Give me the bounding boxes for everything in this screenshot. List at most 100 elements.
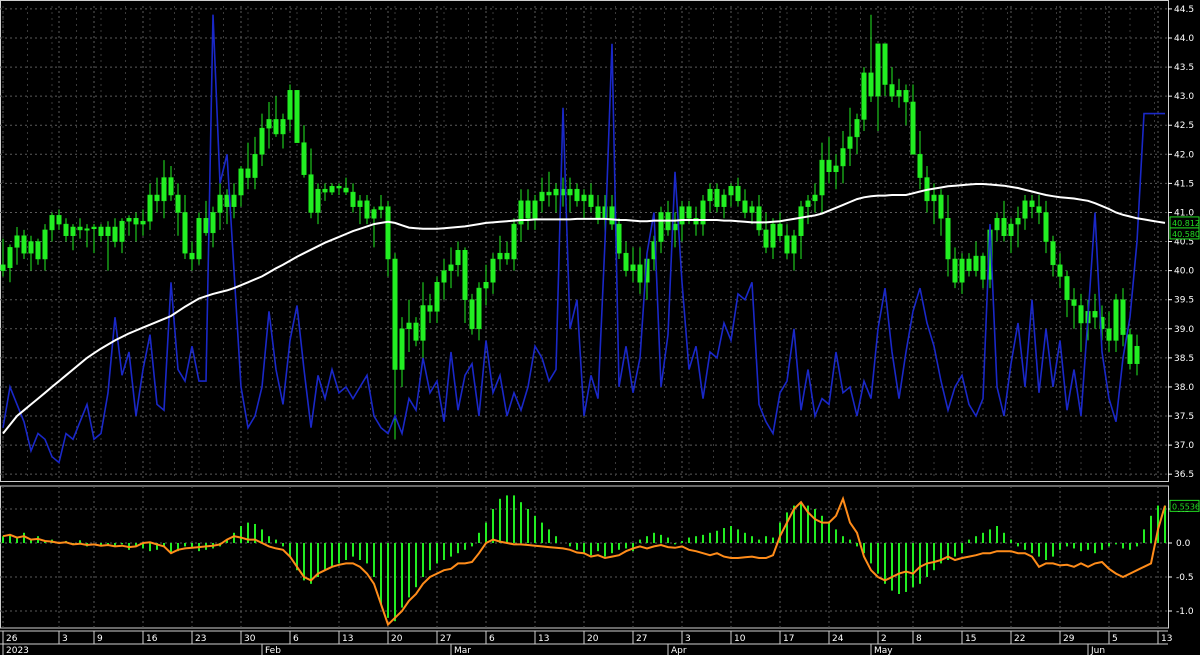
candle-body (441, 270, 447, 283)
month-label: Feb (265, 646, 281, 655)
candle-body (175, 194, 181, 213)
candle-body (252, 154, 258, 178)
candle-body (805, 200, 811, 207)
time-tick-label: 17 (783, 634, 794, 644)
candle-body (35, 241, 41, 260)
candle-body (567, 188, 573, 196)
time-tick-label: 20 (587, 634, 599, 644)
candle-body (868, 72, 874, 97)
candle-body (574, 188, 580, 202)
candle-body (504, 252, 510, 260)
time-tick-label: 2 (881, 634, 887, 644)
month-label: 2023 (6, 646, 29, 655)
candle-body (357, 200, 363, 207)
candle-body (14, 235, 20, 248)
candle-body (49, 215, 55, 231)
candle-body (819, 159, 825, 196)
candle-body (595, 206, 601, 219)
time-tick-label: 13 (342, 634, 353, 644)
price-tick-label: 39.5 (1174, 296, 1194, 306)
candle-body (721, 194, 727, 207)
candle-body (931, 194, 937, 202)
candle-body (630, 264, 636, 271)
osc-tick-label: -0.5 (1176, 573, 1194, 583)
candle-body (427, 305, 433, 312)
candle-body (490, 258, 496, 283)
candle-body (959, 258, 965, 283)
candle-body (392, 258, 398, 370)
candle-body (742, 200, 748, 213)
candle-body (469, 299, 475, 330)
osc-tick-label: -1.0 (1176, 607, 1194, 617)
candle-body (511, 223, 517, 260)
price-tick-label: 39.0 (1174, 325, 1194, 335)
osc-last-value-badge: 0.5536 (1169, 499, 1200, 512)
time-tick-label: 6 (489, 634, 495, 644)
badge-value: 0.5536 (1172, 502, 1200, 511)
candle-body (973, 255, 979, 271)
candle-body (847, 136, 853, 149)
candle-body (350, 191, 356, 207)
candle-body (385, 206, 391, 260)
candle-body (399, 328, 405, 370)
candle-body (1022, 200, 1028, 219)
time-tick-label: 23 (195, 634, 206, 644)
time-tick-label: 8 (916, 634, 922, 644)
candle-body (315, 188, 321, 213)
candle-body (196, 218, 202, 260)
price-tick-label: 43.5 (1174, 63, 1194, 73)
candle-body (98, 226, 104, 236)
candle-body (1092, 311, 1098, 318)
candle-body (1120, 299, 1126, 335)
candle-body (21, 235, 27, 254)
candle-body (70, 226, 76, 236)
time-tick-label: 27 (440, 634, 451, 644)
candle-body (280, 119, 286, 135)
time-tick-label: 9 (97, 634, 103, 644)
time-tick-label: 27 (636, 634, 647, 644)
time-tick-label: 3 (62, 634, 68, 644)
month-label: May (874, 646, 893, 655)
candle-body (378, 206, 384, 210)
candle-body (1078, 305, 1084, 324)
candle-body (994, 218, 1000, 231)
price-last-value-badge: 40.580 (1169, 227, 1200, 240)
month-label: Apr (671, 646, 687, 655)
price-tick-label: 37.0 (1174, 441, 1194, 451)
price-tick-label: 37.5 (1174, 412, 1194, 422)
candle-body (0, 264, 6, 271)
candle-body (343, 187, 349, 193)
candle-body (581, 194, 587, 202)
month-label: Mar (454, 646, 471, 655)
time-tick-label: 10 (734, 634, 746, 644)
candle-body (77, 226, 83, 231)
candle-body (420, 305, 426, 341)
candle-body (777, 223, 783, 236)
candle-body (896, 90, 902, 97)
candle-body (84, 228, 90, 231)
candle-body (364, 200, 370, 219)
candle-body (1134, 345, 1140, 364)
candle-body (273, 119, 279, 135)
candle-body (798, 206, 804, 236)
candle-body (539, 191, 545, 202)
price-tick-label: 42.0 (1174, 150, 1194, 160)
candle-body (861, 72, 867, 120)
candle-body (259, 127, 265, 155)
candle-body (371, 209, 377, 219)
candle-body (875, 43, 881, 97)
candle-body (126, 218, 132, 222)
candle-body (784, 235, 790, 254)
candle-body (322, 188, 328, 193)
candle-body (406, 322, 412, 330)
time-tick-label: 13 (1161, 634, 1172, 644)
price-tick-label: 42.5 (1174, 121, 1194, 131)
time-tick-label: 26 (6, 634, 18, 644)
candle-body (413, 322, 419, 341)
price-tick-label: 38.0 (1174, 383, 1194, 393)
candle-body (609, 206, 615, 225)
month-label: Jun (1090, 646, 1105, 655)
candle-body (658, 212, 664, 242)
price-tick-label: 41.5 (1174, 179, 1194, 189)
candle-body (854, 119, 860, 138)
